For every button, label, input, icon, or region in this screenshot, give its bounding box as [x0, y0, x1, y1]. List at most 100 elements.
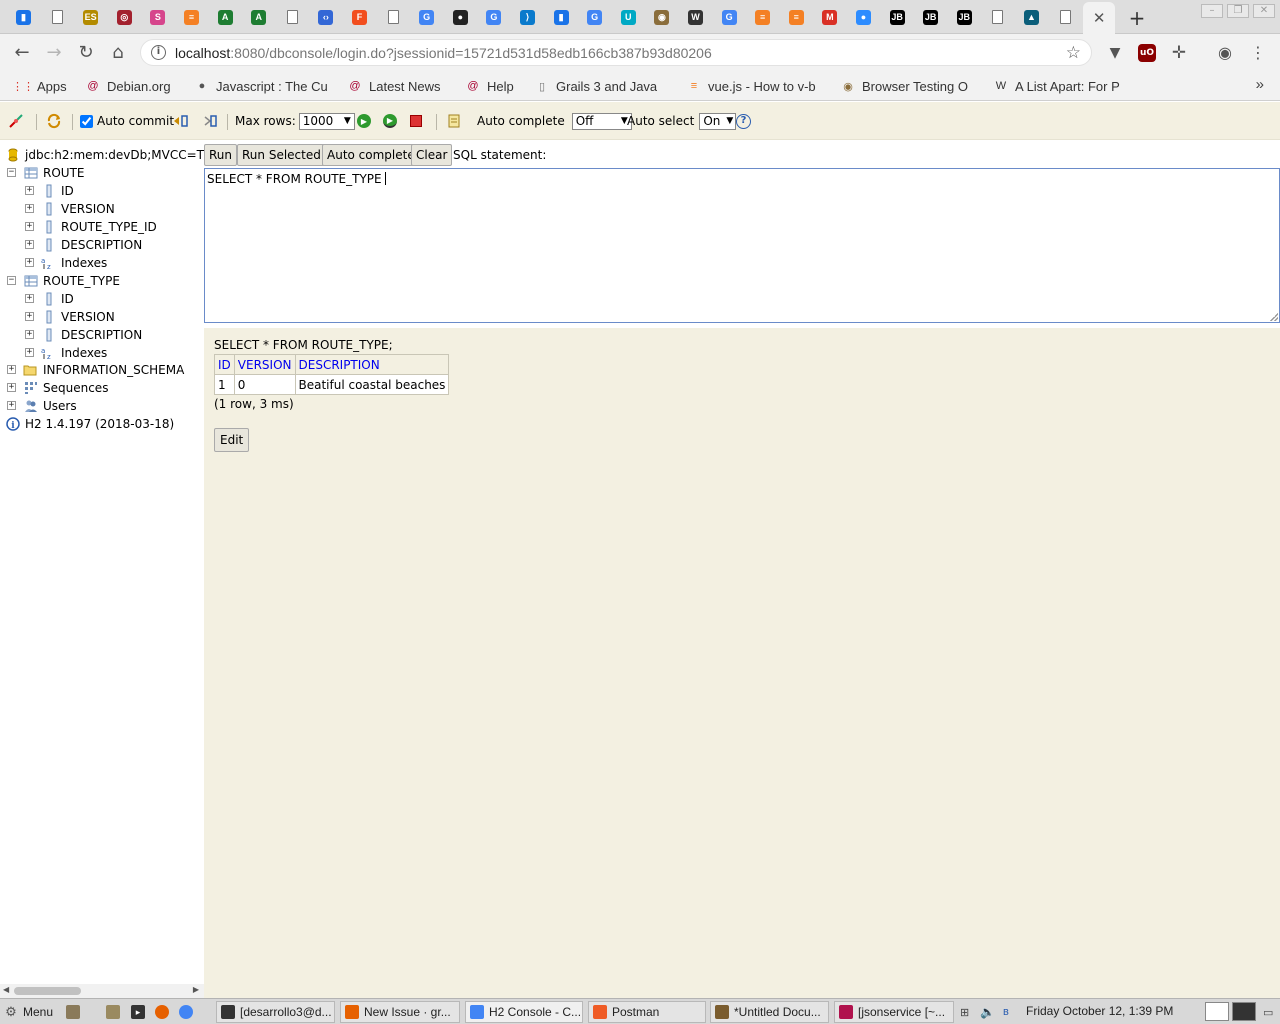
browser-tab[interactable]: ▮: [7, 5, 40, 29]
taskbar-window-button[interactable]: Postman: [588, 1001, 706, 1023]
help-icon[interactable]: ?: [736, 113, 751, 129]
expand-icon[interactable]: +: [7, 365, 16, 374]
browser-tab[interactable]: G: [410, 5, 443, 29]
browser-tab[interactable]: S: [141, 5, 174, 29]
browser-tab[interactable]: U: [612, 5, 645, 29]
expand-icon[interactable]: +: [25, 312, 34, 321]
browser-tab[interactable]: ◎: [108, 5, 141, 29]
browser-tab[interactable]: JB: [948, 5, 981, 29]
browser-tab[interactable]: ●: [444, 5, 477, 29]
tree-table[interactable]: − ROUTE_TYPE: [0, 272, 204, 290]
chrome-launcher[interactable]: [179, 1001, 198, 1023]
address-bar[interactable]: i localhost:8080/dbconsole/login.do?jses…: [140, 39, 1092, 66]
browser-tab[interactable]: G: [578, 5, 611, 29]
auto-select-select[interactable]: On ▼: [699, 112, 737, 130]
browser-tab[interactable]: ⟩: [511, 5, 544, 29]
bookmark-item[interactable]: ▯ Grails 3 and Java: [535, 77, 657, 95]
history-icon[interactable]: [446, 113, 462, 129]
tree-connection[interactable]: jdbc:h2:mem:devDb;MVCC=TRU: [0, 146, 204, 164]
browser-tab[interactable]: [377, 5, 410, 29]
tree-information-schema[interactable]: + INFORMATION_SCHEMA: [0, 361, 204, 379]
browser-tab[interactable]: [276, 5, 309, 29]
scroll-left-arrow-icon[interactable]: ◀: [3, 985, 9, 994]
tree-column[interactable]: + ROUTE_TYPE_ID: [0, 218, 204, 236]
browser-tab[interactable]: F: [343, 5, 376, 29]
run-button[interactable]: Run: [204, 144, 238, 166]
resize-grip-icon[interactable]: [1270, 313, 1278, 321]
browser-tab[interactable]: [41, 5, 74, 29]
run-icon[interactable]: ▶: [357, 113, 371, 129]
result-column-header[interactable]: DESCRIPTION: [294, 354, 450, 375]
result-column-header[interactable]: VERSION: [233, 354, 296, 375]
browser-tab[interactable]: JB: [881, 5, 914, 29]
browser-tab[interactable]: ▲: [1015, 5, 1048, 29]
browser-tab[interactable]: G: [713, 5, 746, 29]
auto-commit-checkbox[interactable]: [80, 114, 93, 128]
run-selected-icon[interactable]: ▶: [383, 113, 397, 129]
minimize-window-button[interactable]: –: [1201, 4, 1223, 18]
expand-icon[interactable]: +: [7, 383, 16, 392]
collapse-icon[interactable]: −: [7, 276, 16, 285]
clock[interactable]: Friday October 12, 1:39 PM: [1026, 1004, 1173, 1018]
tree-indexes[interactable]: + a z Indexes: [0, 344, 204, 362]
browser-tab[interactable]: A: [242, 5, 275, 29]
expand-icon[interactable]: +: [7, 401, 16, 410]
bookmark-item[interactable]: ◉ Browser Testing O: [841, 77, 968, 95]
browser-tab[interactable]: ES: [74, 5, 107, 29]
auto-complete-select[interactable]: Off ▼: [571, 112, 632, 130]
close-window-button[interactable]: ✕: [1253, 4, 1275, 18]
firefox-launcher[interactable]: [155, 1001, 174, 1023]
commit-icon[interactable]: [172, 113, 190, 129]
result-column-header[interactable]: ID: [214, 354, 235, 375]
tree-table[interactable]: − ROUTE: [0, 164, 204, 182]
max-rows-select[interactable]: 1000 ▼: [298, 112, 355, 130]
bookmark-item[interactable]: @ Help: [466, 77, 513, 95]
expand-icon[interactable]: +: [25, 222, 34, 231]
sql-editor[interactable]: SELECT * FROM ROUTE_TYPE: [204, 168, 1280, 323]
browser-tab[interactable]: [1049, 5, 1082, 29]
expand-icon[interactable]: +: [25, 240, 34, 249]
volume-icon[interactable]: 🔈: [980, 1001, 995, 1023]
back-arrow-icon[interactable]: ←: [9, 40, 35, 66]
expand-icon[interactable]: +: [25, 204, 34, 213]
scroll-right-arrow-icon[interactable]: ▶: [193, 985, 199, 994]
rollback-icon[interactable]: [202, 113, 218, 129]
expand-icon[interactable]: +: [25, 186, 34, 195]
tree-indexes[interactable]: + a z Indexes: [0, 254, 204, 272]
active-tab[interactable]: ✕: [1083, 2, 1116, 34]
start-menu-button[interactable]: ⚙ Menu: [4, 1001, 53, 1023]
browser-tab[interactable]: ◉: [645, 5, 678, 29]
browser-tab[interactable]: M: [813, 5, 846, 29]
expand-icon[interactable]: +: [25, 348, 34, 357]
workspace-2[interactable]: [1232, 1002, 1256, 1021]
tree-column[interactable]: + VERSION: [0, 308, 204, 326]
file-manager-launcher[interactable]: [66, 1001, 85, 1023]
bookmark-item[interactable]: W A List Apart: For P: [994, 77, 1120, 95]
browser-tab[interactable]: ‹›: [309, 5, 342, 29]
tree-users[interactable]: + Users: [0, 397, 204, 415]
disconnect-icon[interactable]: [8, 113, 24, 129]
tree-horizontal-scrollbar[interactable]: ◀ ▶: [0, 984, 204, 998]
bookmark-star-icon[interactable]: ☆: [1066, 43, 1081, 63]
taskbar-window-button[interactable]: [jsonservice [~...: [834, 1001, 954, 1023]
bookmark-item[interactable]: ≡ vue.js - How to v-b: [687, 77, 816, 95]
tree-sequences[interactable]: + Sequences: [0, 379, 204, 397]
browser-tab[interactable]: ≡: [780, 5, 813, 29]
bookmark-item[interactable]: ● Javascript : The Cu: [195, 77, 328, 95]
bookmark-item[interactable]: @ Latest News: [348, 77, 440, 95]
browser-tab[interactable]: ≡: [175, 5, 208, 29]
browser-tab[interactable]: ●: [847, 5, 880, 29]
bookmark-item[interactable]: ⋮⋮ Apps: [16, 77, 67, 95]
extension-vue-icon[interactable]: ▼: [1106, 44, 1124, 62]
bookmarks-overflow-icon[interactable]: »: [1256, 76, 1264, 93]
taskbar-window-button[interactable]: *Untitled Docu...: [710, 1001, 829, 1023]
tree-version[interactable]: i H2 1.4.197 (2018-03-18): [0, 415, 204, 433]
tree-column[interactable]: + ID: [0, 290, 204, 308]
tree-column[interactable]: + VERSION: [0, 200, 204, 218]
bookmark-item[interactable]: @ Debian.org: [86, 77, 170, 95]
collapse-icon[interactable]: −: [7, 168, 16, 177]
browser-tab[interactable]: A: [209, 5, 242, 29]
taskbar-window-button[interactable]: New Issue · gr...: [340, 1001, 460, 1023]
taskbar-window-button[interactable]: H2 Console - C...: [465, 1001, 583, 1023]
browser-tab[interactable]: ≡: [746, 5, 779, 29]
